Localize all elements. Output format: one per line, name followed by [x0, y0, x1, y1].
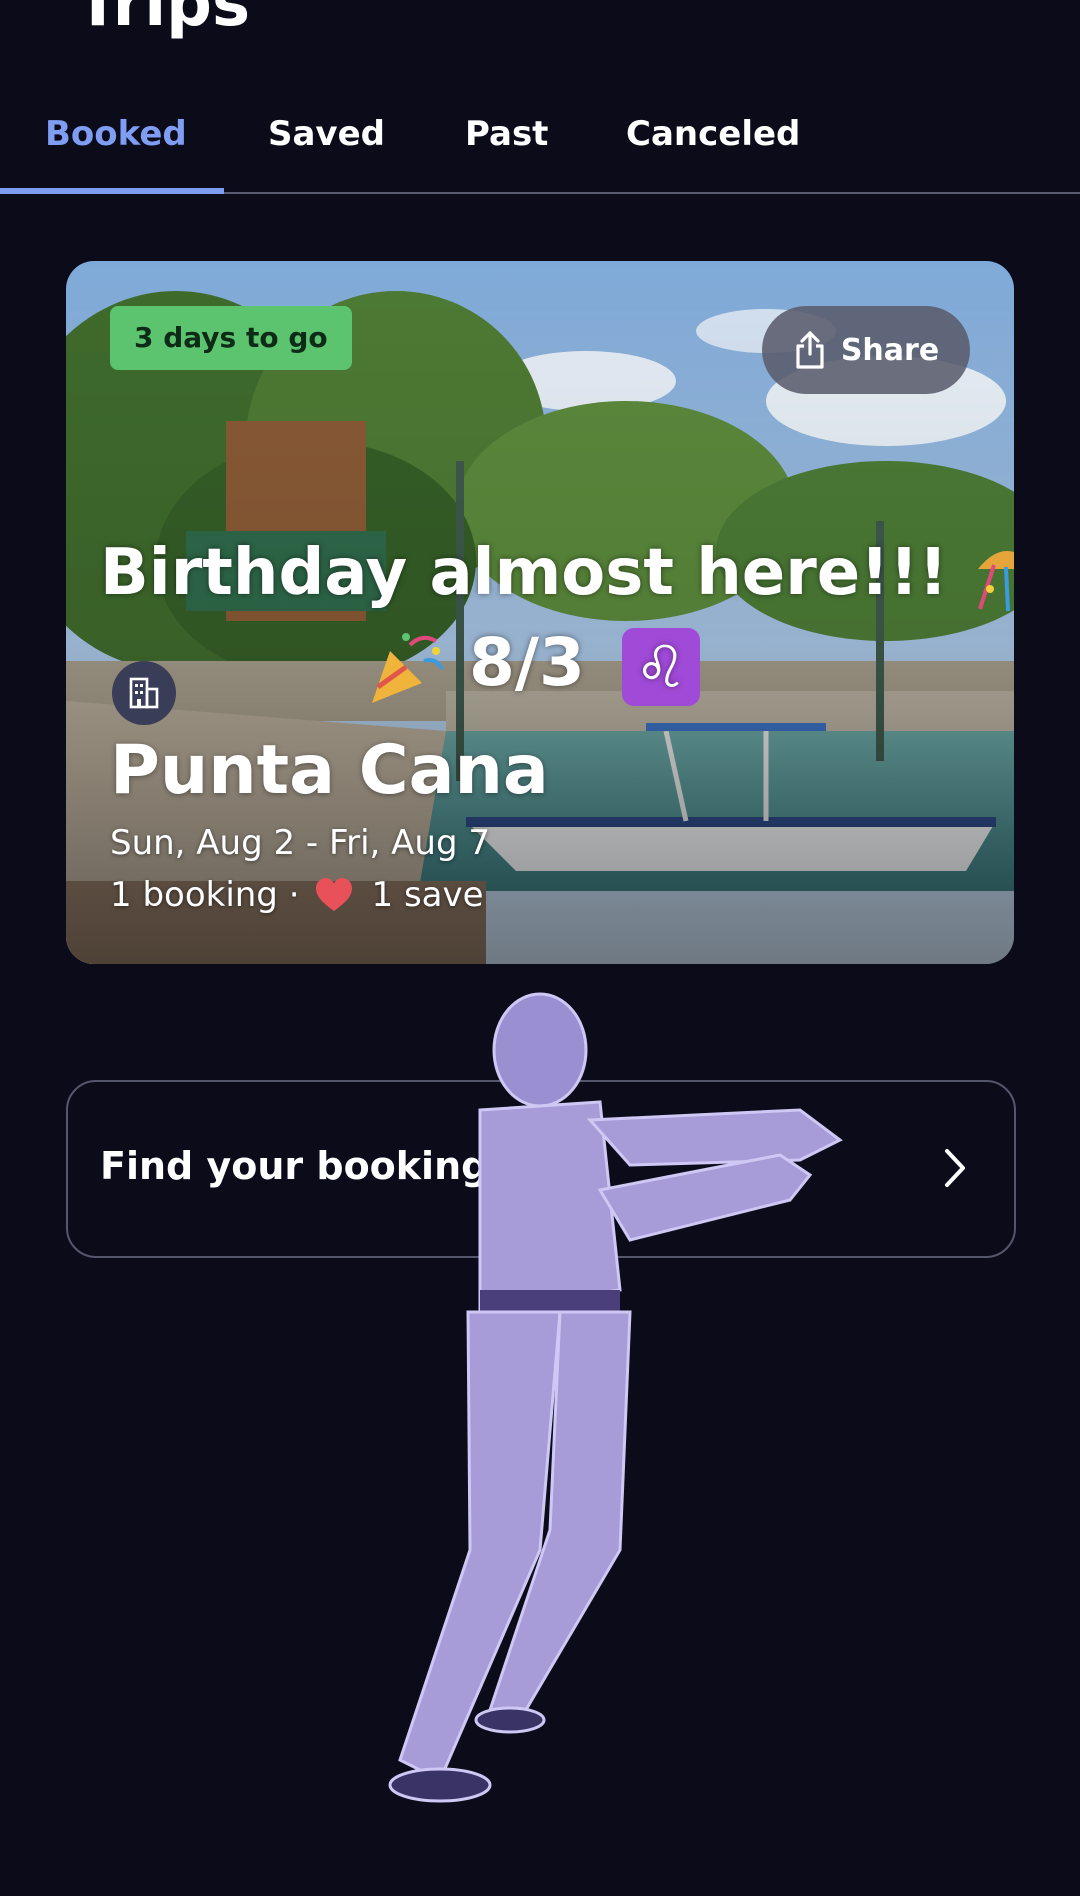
destination-name: Punta Cana [110, 731, 549, 810]
active-tab-indicator [0, 188, 224, 194]
trip-dates: Sun, Aug 2 - Fri, Aug 7 [110, 823, 490, 863]
countdown-badge: 3 days to go [110, 306, 352, 370]
tab-booked[interactable]: Booked [45, 114, 187, 154]
tab-saved[interactable]: Saved [268, 114, 385, 154]
leo-emoji: ♌ [621, 627, 700, 706]
tab-canceled[interactable]: Canceled [626, 114, 800, 154]
share-button[interactable]: Share [762, 306, 970, 394]
heart-icon [315, 878, 352, 911]
trip-tabs: Booked Saved Past Canceled [0, 96, 1080, 194]
dancing-person-sticker [388, 992, 843, 1803]
save-count: 1 save [371, 875, 484, 915]
caption-text: Birthday almost here!!! [100, 536, 948, 610]
booking-count: 1 booking · [110, 875, 300, 915]
hotel-icon [112, 661, 176, 725]
story-caption-line2: 8/3 ♌ [366, 624, 700, 707]
party-popper-emoji [372, 632, 444, 703]
tab-past[interactable]: Past [465, 114, 548, 154]
page-title: Trips [76, 0, 251, 41]
story-caption-line1: Birthday almost here!!! [100, 536, 1014, 613]
chevron-right-icon [945, 1149, 965, 1187]
share-label: Share [840, 332, 940, 368]
birthday-date: 8/3 [468, 624, 585, 701]
trip-card[interactable]: 3 days to go Share Birthday almost here!… [66, 261, 1014, 964]
confetti-ball-emoji [978, 551, 1014, 612]
share-icon [796, 331, 824, 369]
trip-meta: 1 booking · 1 save [110, 875, 484, 915]
